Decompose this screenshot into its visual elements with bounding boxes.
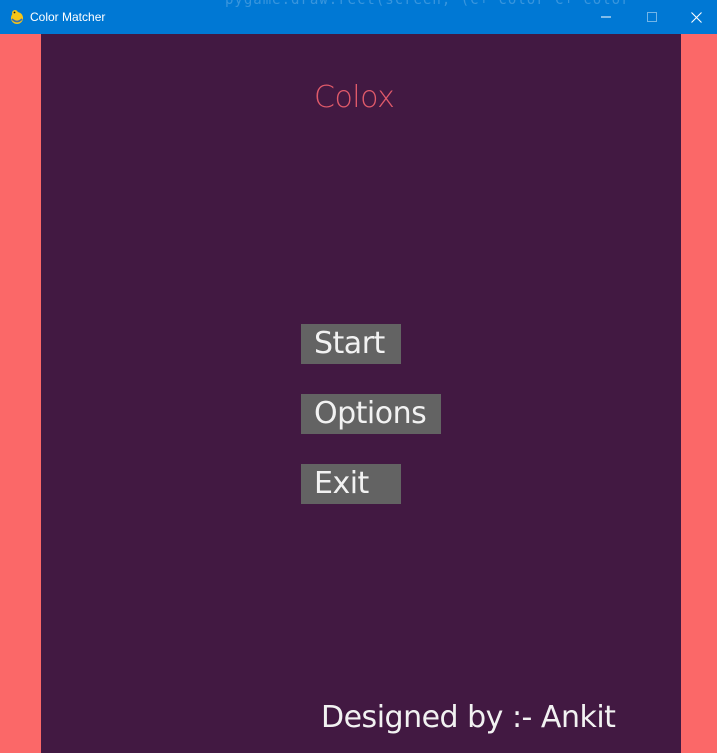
maximize-icon bbox=[647, 12, 657, 22]
options-button[interactable]: Options bbox=[301, 394, 441, 434]
close-icon bbox=[690, 11, 702, 23]
close-button[interactable] bbox=[675, 0, 717, 34]
designer-credit: Designed by :- Ankit bbox=[321, 700, 616, 735]
start-button[interactable]: Start bbox=[301, 324, 401, 364]
minimize-button[interactable] bbox=[583, 0, 629, 34]
menu-panel: Colox Start Options Exit Designed by :- … bbox=[41, 34, 681, 753]
game-window: pygame.draw.rect(screen, (C+ color C+ co… bbox=[0, 0, 717, 753]
maximize-button[interactable] bbox=[629, 0, 675, 34]
background-code-text: pygame.draw.rect(screen, (C+ color C+ co… bbox=[225, 0, 631, 8]
exit-button[interactable]: Exit bbox=[301, 464, 401, 504]
game-title: Colox bbox=[314, 80, 395, 115]
title-bar[interactable]: pygame.draw.rect(screen, (C+ color C+ co… bbox=[0, 0, 717, 34]
game-canvas: Colox Start Options Exit Designed by :- … bbox=[0, 34, 717, 753]
pygame-snake-icon bbox=[9, 9, 25, 25]
minimize-icon bbox=[601, 12, 611, 22]
window-title: Color Matcher bbox=[30, 10, 106, 24]
